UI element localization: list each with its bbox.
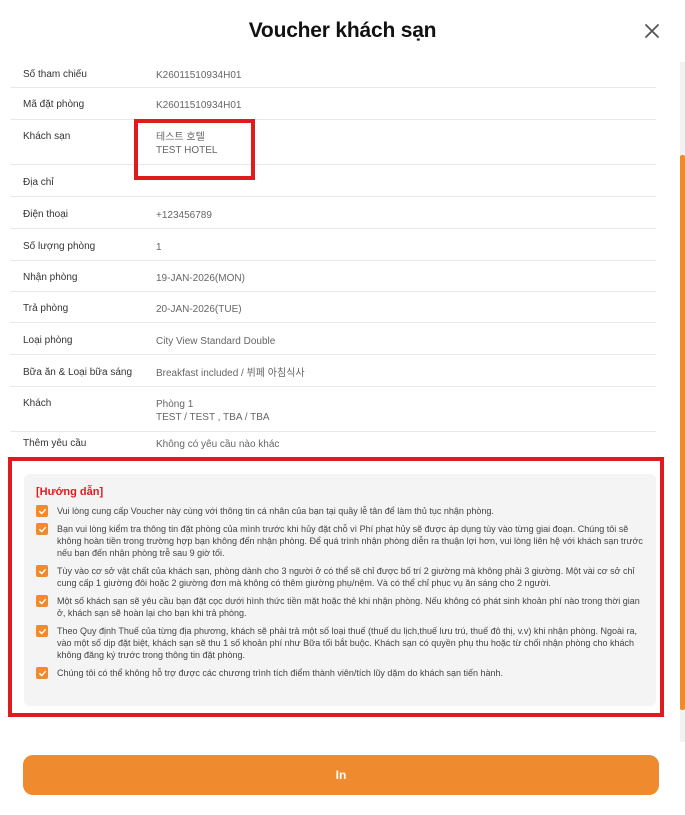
close-icon	[645, 24, 659, 38]
row-value: +123456789	[156, 210, 212, 221]
row-room-count: Số lượng phòng 1	[10, 229, 656, 261]
voucher-modal: Voucher khách sạn Số tham chiếu K2601151…	[0, 0, 685, 815]
scrollbar-thumb[interactable]	[680, 155, 685, 710]
row-label: Điện thoại	[23, 209, 69, 220]
row-extra-request: Thêm yêu cầu Không có yêu cầu nào khác	[10, 432, 656, 456]
row-label: Trả phòng	[23, 303, 69, 314]
modal-title: Voucher khách sạn	[248, 19, 437, 42]
guest-names: TEST / TEST , TBA / TBA	[156, 412, 270, 423]
row-label: Số lượng phòng	[23, 241, 96, 252]
print-button[interactable]: In	[23, 755, 659, 795]
row-address: Địa chỉ	[10, 165, 656, 197]
row-label: Số tham chiếu	[23, 69, 87, 80]
guest-room: Phòng 1	[156, 399, 194, 410]
row-label: Nhận phòng	[23, 272, 78, 283]
highlight-box-hotel	[134, 119, 255, 180]
row-value: 19-JAN-2026(MON)	[156, 273, 245, 284]
row-phone: Điện thoại +123456789	[10, 197, 656, 229]
modal-header: Voucher khách sạn	[0, 0, 685, 62]
row-value: Không có yêu cầu nào khác	[156, 439, 280, 450]
row-value: Breakfast included / 뷔페 아침식사	[156, 368, 305, 379]
row-label: Bữa ăn & Loại bữa sáng	[23, 367, 133, 378]
booking-info-table: Số tham chiếu K26011510934H01 Mã đặt phò…	[10, 62, 656, 456]
highlight-box-guide	[8, 457, 664, 717]
row-value: 20-JAN-2026(TUE)	[156, 304, 242, 315]
row-label: Thêm yêu cầu	[23, 438, 87, 449]
row-reference: Số tham chiếu K26011510934H01	[10, 62, 656, 88]
row-label: Khách	[23, 398, 52, 409]
row-guests: Khách Phòng 1 TEST / TEST , TBA / TBA	[10, 387, 656, 432]
close-button[interactable]	[641, 20, 663, 42]
row-value: K26011510934H01	[156, 100, 242, 111]
row-room-type: Loại phòng City View Standard Double	[10, 323, 656, 355]
row-value: Phòng 1 TEST / TEST , TBA / TBA	[156, 398, 270, 431]
row-check-in: Nhận phòng 19-JAN-2026(MON)	[10, 261, 656, 292]
row-booking-code: Mã đặt phòng K26011510934H01	[10, 88, 656, 120]
row-hotel: Khách sạn 테스트 호텔 TEST HOTEL	[10, 120, 656, 165]
row-label: Loại phòng	[23, 335, 73, 346]
row-meal: Bữa ăn & Loại bữa sáng Breakfast include…	[10, 355, 656, 387]
row-check-out: Trả phòng 20-JAN-2026(TUE)	[10, 292, 656, 323]
row-value: K26011510934H01	[156, 70, 242, 81]
row-label: Mã đặt phòng	[23, 99, 85, 110]
row-value: 1	[156, 242, 162, 253]
row-value: City View Standard Double	[156, 336, 276, 347]
